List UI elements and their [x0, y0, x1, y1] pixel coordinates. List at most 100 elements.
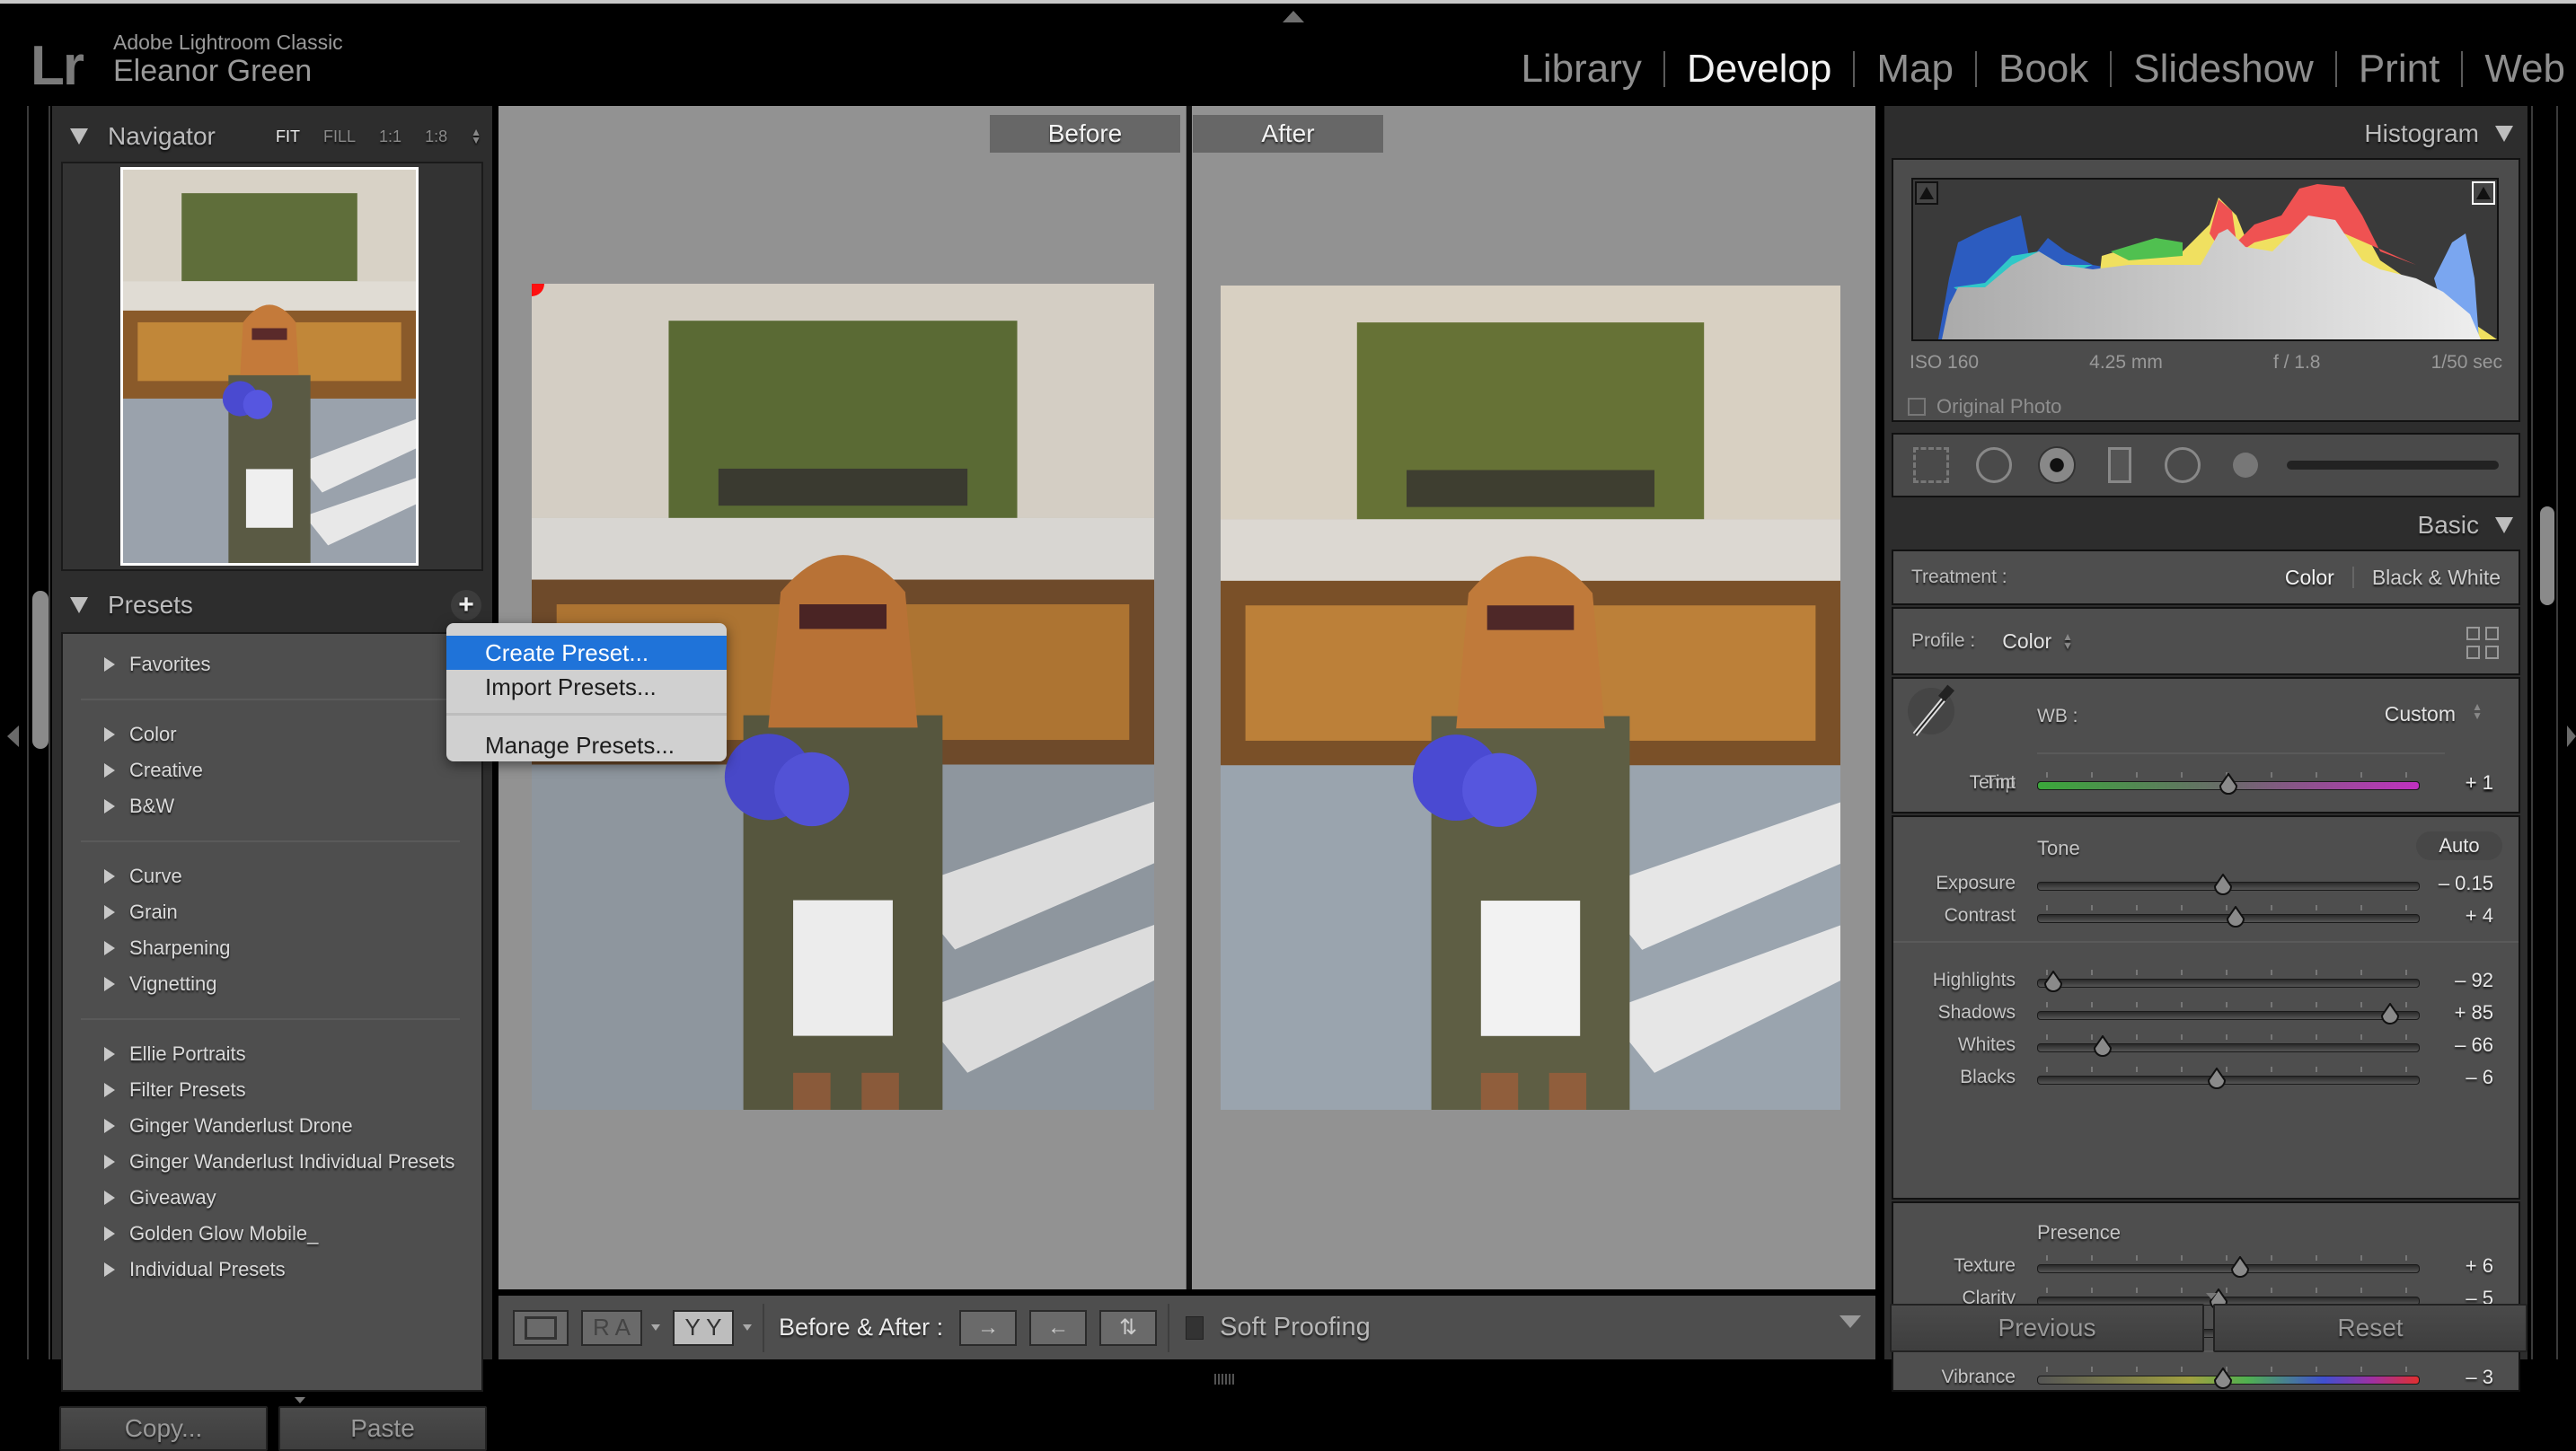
- original-photo-checkbox[interactable]: [1908, 398, 1926, 416]
- blacks-slider-thumb[interactable]: [2207, 1067, 2227, 1089]
- blacks-value[interactable]: – 6: [2466, 1066, 2493, 1089]
- preset-group[interactable]: Golden Glow Mobile_: [63, 1216, 481, 1252]
- exposure-slider-track[interactable]: [2037, 873, 2420, 895]
- view-mode-dropdown-icon[interactable]: [651, 1324, 660, 1331]
- preset-group[interactable]: Individual Presets: [63, 1252, 481, 1288]
- zoom-stepper-icon[interactable]: ▲ ▼: [471, 127, 481, 145]
- module-map[interactable]: Map: [1855, 47, 1975, 92]
- vibrance-value[interactable]: – 3: [2466, 1366, 2493, 1389]
- preset-group[interactable]: Filter Presets: [63, 1072, 481, 1108]
- preset-group[interactable]: B&W: [63, 788, 481, 824]
- toggle-top-panel-arrow-icon[interactable]: [1283, 11, 1304, 22]
- whites-slider-track[interactable]: [2037, 1034, 2420, 1057]
- exposure-slider-thumb[interactable]: [2213, 873, 2233, 895]
- vibrance-slider-track[interactable]: [2037, 1367, 2420, 1389]
- preset-group[interactable]: Grain: [63, 894, 481, 930]
- collapse-triangle-icon[interactable]: [70, 128, 88, 145]
- preset-group[interactable]: Color: [63, 717, 481, 752]
- after-photo[interactable]: [1221, 286, 1840, 1110]
- toggle-right-panel-arrow-icon[interactable]: [2567, 726, 2576, 747]
- presets-header[interactable]: Presets +: [52, 582, 492, 629]
- module-print[interactable]: Print: [2337, 47, 2461, 92]
- module-library[interactable]: Library: [1499, 47, 1663, 92]
- preset-group[interactable]: Ellie Portraits: [63, 1036, 481, 1072]
- preset-group[interactable]: Sharpening: [63, 930, 481, 966]
- navigator-thumbnail[interactable]: [120, 167, 419, 566]
- collapse-triangle-icon[interactable]: [2495, 126, 2513, 142]
- menu-create-preset[interactable]: Create Preset...: [446, 636, 727, 670]
- tool-strip-slider[interactable]: [2287, 461, 2499, 470]
- menu-manage-presets[interactable]: Manage Presets...: [446, 728, 727, 761]
- shadows-value[interactable]: + 85: [2455, 1001, 2493, 1024]
- tint-slider-track[interactable]: [2037, 772, 2420, 795]
- histogram-header[interactable]: Histogram: [2364, 111, 2520, 156]
- texture-slider-thumb[interactable]: [2230, 1255, 2250, 1278]
- highlights-value[interactable]: – 92: [2455, 969, 2493, 992]
- shadow-clipping-toggle[interactable]: [1915, 181, 1938, 205]
- wb-preset-dropdown[interactable]: Custom: [2385, 702, 2456, 726]
- texture-value[interactable]: + 6: [2466, 1254, 2493, 1278]
- red-eye-tool[interactable]: [2035, 444, 2078, 487]
- highlights-slider-track[interactable]: [2037, 970, 2420, 992]
- basic-panel-header[interactable]: Basic: [2418, 503, 2520, 548]
- navigator-header[interactable]: Navigator FIT FILL 1:1 1:8 ▲ ▼: [52, 113, 492, 160]
- copy-after-to-before-button[interactable]: ←: [1029, 1309, 1088, 1346]
- contrast-value[interactable]: + 4: [2466, 904, 2493, 928]
- right-panel-scroll-track[interactable]: [2531, 106, 2558, 1359]
- module-develop[interactable]: Develop: [1665, 47, 1853, 92]
- preset-group[interactable]: Ginger Wanderlust Individual Presets: [63, 1144, 481, 1180]
- treatment-color[interactable]: Color: [2267, 566, 2352, 590]
- blacks-slider-track[interactable]: [2037, 1067, 2420, 1089]
- graduated-filter-tool[interactable]: [2098, 444, 2141, 487]
- vibrance-slider-thumb[interactable]: [2213, 1367, 2233, 1389]
- collapse-triangle-icon[interactable]: [70, 597, 88, 613]
- zoom-1-1[interactable]: 1:1: [379, 128, 401, 146]
- contrast-slider-track[interactable]: [2037, 905, 2420, 928]
- texture-slider-track[interactable]: [2037, 1255, 2420, 1278]
- preset-group[interactable]: Ginger Wanderlust Drone: [63, 1108, 481, 1144]
- preset-group[interactable]: Vignetting: [63, 966, 481, 1002]
- histogram-graph[interactable]: [1911, 178, 2499, 341]
- before-after-split-button[interactable]: Y Y: [673, 1309, 734, 1346]
- treatment-black-white[interactable]: Black & White: [2354, 566, 2519, 590]
- soft-proofing-checkbox[interactable]: [1186, 1315, 1204, 1340]
- highlight-clipping-toggle[interactable]: [2472, 181, 2495, 205]
- toolbar-content-menu-icon[interactable]: [1839, 1315, 1861, 1328]
- radial-filter-tool[interactable]: [2161, 444, 2204, 487]
- module-book[interactable]: Book: [1977, 47, 2110, 92]
- profile-browser-grid-icon[interactable]: [2466, 627, 2499, 659]
- preset-group[interactable]: Giveaway: [63, 1180, 481, 1216]
- preset-group[interactable]: Creative: [63, 752, 481, 788]
- original-photo-toggle[interactable]: Original Photo: [1908, 395, 2061, 418]
- toggle-left-panel-arrow-icon[interactable]: [7, 726, 19, 747]
- whites-slider-thumb[interactable]: [2093, 1034, 2113, 1057]
- right-panel-scrollbar-thumb[interactable]: [2540, 506, 2554, 605]
- contrast-slider-thumb[interactable]: [2226, 905, 2245, 928]
- zoom-fit[interactable]: FIT: [276, 128, 300, 146]
- shadows-slider-track[interactable]: [2037, 1002, 2420, 1024]
- zoom-1-8[interactable]: 1:8: [425, 128, 447, 146]
- wb-updown-icon[interactable]: ▲ ▼: [2472, 701, 2483, 721]
- exposure-value[interactable]: – 0.15: [2439, 872, 2493, 895]
- left-panel-scrollbar-thumb[interactable]: [32, 591, 49, 749]
- shadows-slider-thumb[interactable]: [2380, 1002, 2400, 1024]
- collapse-triangle-icon[interactable]: [2495, 517, 2513, 533]
- loupe-view-button[interactable]: [513, 1309, 569, 1346]
- paste-settings-button[interactable]: Paste: [278, 1406, 487, 1451]
- crop-tool[interactable]: [1910, 444, 1953, 487]
- copy-before-to-after-button[interactable]: →: [959, 1309, 1018, 1346]
- zoom-fill[interactable]: FILL: [323, 128, 356, 146]
- profile-dropdown[interactable]: Color: [2002, 629, 2051, 654]
- reset-button[interactable]: Reset: [2213, 1304, 2527, 1352]
- menu-import-presets[interactable]: Import Presets...: [446, 670, 727, 704]
- tint-value[interactable]: + 1: [2466, 771, 2493, 795]
- toggle-filmstrip-grip-icon[interactable]: [1214, 1374, 1236, 1385]
- previous-settings-button[interactable]: Previous: [1890, 1304, 2204, 1352]
- module-web[interactable]: Web: [2463, 47, 2565, 92]
- highlights-slider-thumb[interactable]: [2043, 970, 2063, 992]
- whites-value[interactable]: – 66: [2455, 1033, 2493, 1057]
- tint-slider-thumb[interactable]: [2219, 772, 2238, 795]
- auto-tone-button[interactable]: Auto: [2416, 831, 2502, 860]
- wb-eyedropper-icon[interactable]: [1906, 684, 1963, 738]
- copy-settings-button[interactable]: Copy...: [59, 1406, 268, 1451]
